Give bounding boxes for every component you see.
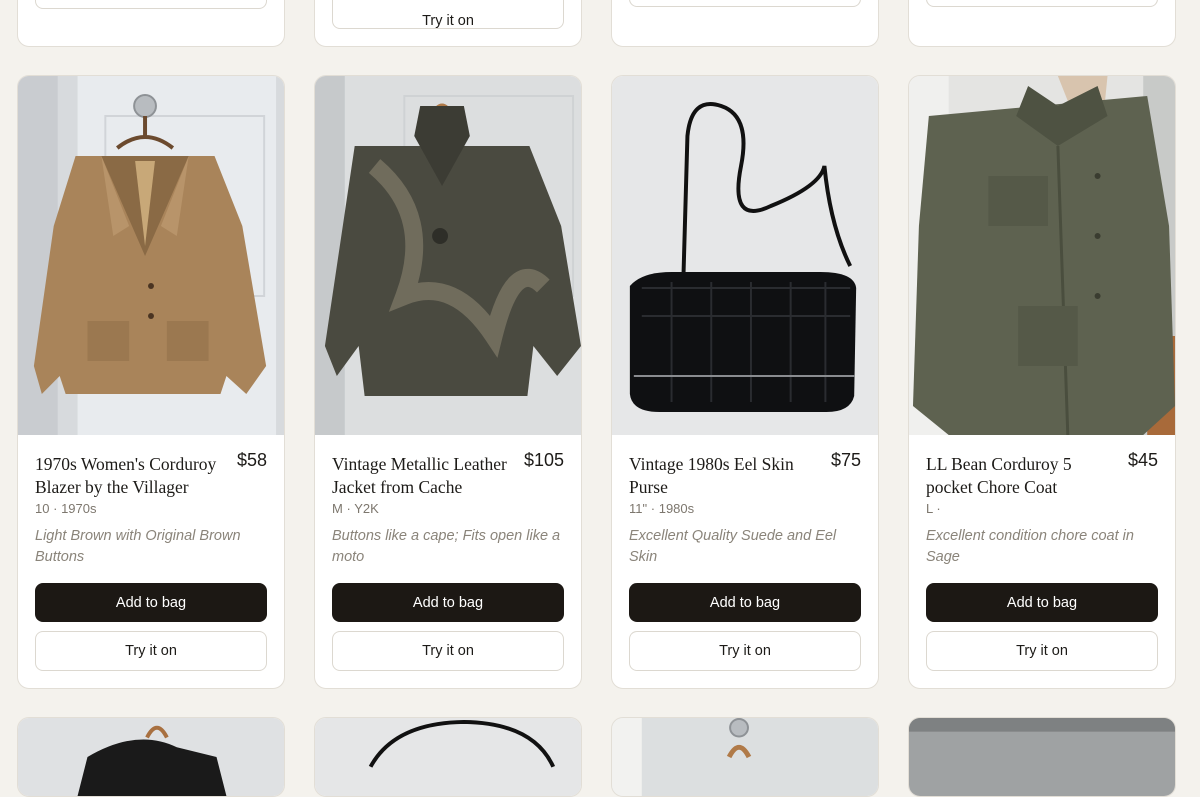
try-on-label: Try it on	[422, 13, 474, 29]
product-photo[interactable]	[18, 718, 284, 796]
try-on-button[interactable]: Try it on	[926, 631, 1158, 671]
product-era: 1980s	[658, 501, 695, 516]
product-description: Light Brown with Original Brown Buttons	[35, 528, 241, 565]
product-meta: 10 · 1970s	[35, 501, 96, 516]
product-description: Excellent Quality Suede and Eel Skin	[629, 528, 837, 565]
product-price: $45	[1127, 450, 1158, 470]
product-title[interactable]: Vintage 1980s Eel Skin Purse	[629, 453, 819, 499]
product-price: $75	[830, 450, 861, 470]
try-on-button[interactable]: Try it on	[332, 631, 564, 671]
product-photo[interactable]	[612, 76, 878, 435]
add-to-bag-button[interactable]: Add to bag	[629, 583, 861, 622]
try-on-button[interactable]	[926, 0, 1158, 7]
product-card[interactable]: Vintage Metallic Leather Jacket from Cac…	[314, 75, 582, 689]
add-to-bag-button[interactable]: Add to bag	[332, 583, 564, 622]
try-on-button[interactable]	[35, 0, 267, 9]
product-era: 1970s	[61, 501, 97, 516]
product-card-bottom-1[interactable]	[17, 717, 285, 797]
try-on-button[interactable]: Try it on	[332, 0, 564, 29]
meta-separator: ·	[936, 501, 941, 516]
product-price: $58	[236, 450, 267, 470]
product-card-bottom-3[interactable]	[611, 717, 879, 797]
try-on-button[interactable]	[629, 0, 861, 7]
product-price: $105	[523, 450, 564, 470]
product-card[interactable]: LL Bean Corduroy 5 pocket Chore Coat $45…	[908, 75, 1176, 689]
product-card[interactable]: Vintage 1980s Eel Skin Purse $75 11" · 1…	[611, 75, 879, 689]
product-meta: L ·	[926, 501, 941, 516]
meta-separator: ·	[346, 501, 351, 516]
product-description: Buttons like a cape; Fits open like a mo…	[332, 528, 561, 565]
add-to-bag-button[interactable]: Add to bag	[926, 583, 1158, 622]
product-photo[interactable]	[612, 718, 878, 796]
product-card-bottom-4[interactable]	[908, 717, 1176, 797]
product-description: Excellent condition chore coat in Sage	[926, 528, 1134, 565]
product-era: Y2K	[354, 501, 379, 516]
product-photo[interactable]	[315, 76, 581, 435]
product-card-top-3	[611, 0, 879, 47]
product-size: 11"	[629, 501, 648, 516]
meta-separator: ·	[53, 501, 58, 516]
product-size: L	[926, 501, 933, 516]
product-photo[interactable]	[909, 76, 1175, 435]
product-title[interactable]: Vintage Metallic Leather Jacket from Cac…	[332, 453, 522, 499]
try-on-button[interactable]: Try it on	[35, 631, 267, 671]
meta-separator: ·	[650, 501, 656, 516]
product-card-top-4	[908, 0, 1176, 47]
product-photo[interactable]	[909, 718, 1175, 796]
try-on-button[interactable]: Try it on	[629, 631, 861, 671]
product-meta: M · Y2K	[332, 501, 379, 516]
product-size: 10	[35, 501, 50, 516]
product-meta: 11" · 1980s	[629, 501, 694, 516]
product-card[interactable]: 1970s Women's Corduroy Blazer by the Vil…	[17, 75, 285, 689]
add-to-bag-button[interactable]: Add to bag	[35, 583, 267, 622]
product-photo[interactable]	[315, 718, 581, 796]
product-card-top-2: Try it on	[314, 0, 582, 47]
product-photo[interactable]	[18, 76, 284, 435]
product-size: M	[332, 501, 343, 516]
product-title[interactable]: 1970s Women's Corduroy Blazer by the Vil…	[35, 453, 225, 499]
product-card-bottom-2[interactable]	[314, 717, 582, 797]
product-title[interactable]: LL Bean Corduroy 5 pocket Chore Coat	[926, 453, 1116, 499]
product-card-top-1	[17, 0, 285, 47]
